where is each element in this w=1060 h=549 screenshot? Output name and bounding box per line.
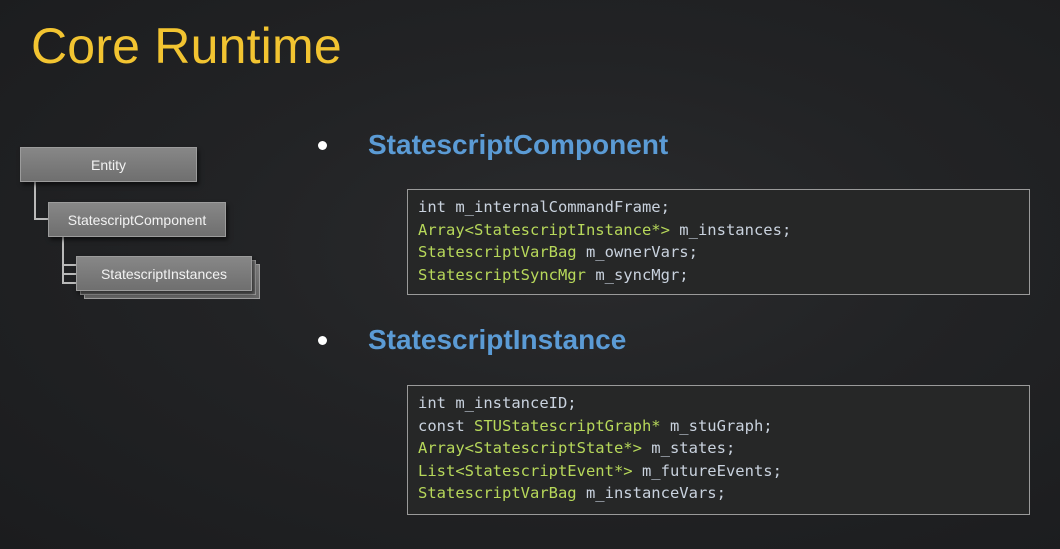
- code-line: int m_instanceID;: [418, 392, 1019, 415]
- code-line: StatescriptVarBag m_ownerVars;: [418, 241, 1019, 264]
- diagram-node-statescript-instances: StatescriptInstances: [76, 256, 252, 291]
- code-type: StatescriptVarBag: [418, 243, 577, 261]
- code-block-statescript-instance: int m_instanceID; const STUStatescriptGr…: [407, 385, 1030, 515]
- code-type: List<StatescriptEvent*>: [418, 461, 633, 480]
- bullet-dot: [318, 336, 327, 345]
- code-member: m_instances;: [669, 220, 792, 239]
- code-line: List<StatescriptEvent*> m_futureEvents;: [418, 460, 1019, 483]
- slide-title: Core Runtime: [31, 18, 342, 74]
- code-member: m_instanceID;: [455, 394, 577, 412]
- code-line: Array<StatescriptInstance*> m_instances;: [418, 219, 1019, 242]
- code-type: Array<StatescriptInstance*>: [418, 220, 670, 239]
- code-block-statescript-component: int m_internalCommandFrame; Array<States…: [407, 189, 1030, 295]
- code-line: StatescriptVarBag m_instanceVars;: [418, 482, 1019, 505]
- code-member: m_internalCommandFrame;: [455, 198, 670, 216]
- connector-line: [34, 218, 49, 220]
- section-title-statescript-component: StatescriptComponent: [368, 129, 669, 160]
- code-keyword: const: [418, 416, 474, 435]
- diagram-node-label: StatescriptInstances: [100, 265, 228, 282]
- code-member: m_instanceVars;: [576, 484, 726, 502]
- diagram-node-statescript-component: StatescriptComponent: [48, 202, 226, 237]
- section-title-statescript-instance: StatescriptInstance: [368, 324, 627, 355]
- code-member: m_futureEvents;: [632, 461, 782, 480]
- code-member: m_stuGraph;: [660, 416, 773, 435]
- code-line: StatescriptSyncMgr m_syncMgr;: [418, 264, 1019, 287]
- connector-line: [34, 181, 36, 220]
- code-member: m_states;: [641, 439, 736, 457]
- code-line: const STUStatescriptGraph* m_stuGraph;: [418, 415, 1019, 438]
- code-member: m_ownerVars;: [576, 243, 698, 261]
- code-member: m_syncMgr;: [585, 265, 689, 284]
- code-keyword: int: [418, 198, 456, 216]
- code-type: StatescriptSyncMgr: [418, 265, 586, 284]
- code-type: STUStatescriptGraph*: [474, 416, 661, 435]
- code-line: Array<StatescriptState*> m_states;: [418, 437, 1019, 460]
- code-type: Array<StatescriptState*>: [418, 439, 642, 457]
- code-line: int m_internalCommandFrame;: [418, 196, 1019, 219]
- connector-line: [62, 236, 64, 284]
- bullet-dot: [318, 141, 327, 150]
- code-type: StatescriptVarBag: [418, 484, 577, 502]
- diagram-node-label: Entity: [90, 156, 126, 173]
- code-keyword: int: [418, 394, 456, 412]
- diagram-node-entity: Entity: [20, 147, 197, 182]
- connector-line: [62, 273, 76, 275]
- diagram-node-label: StatescriptComponent: [67, 211, 207, 228]
- connector-line: [62, 264, 76, 266]
- connector-line: [62, 282, 76, 284]
